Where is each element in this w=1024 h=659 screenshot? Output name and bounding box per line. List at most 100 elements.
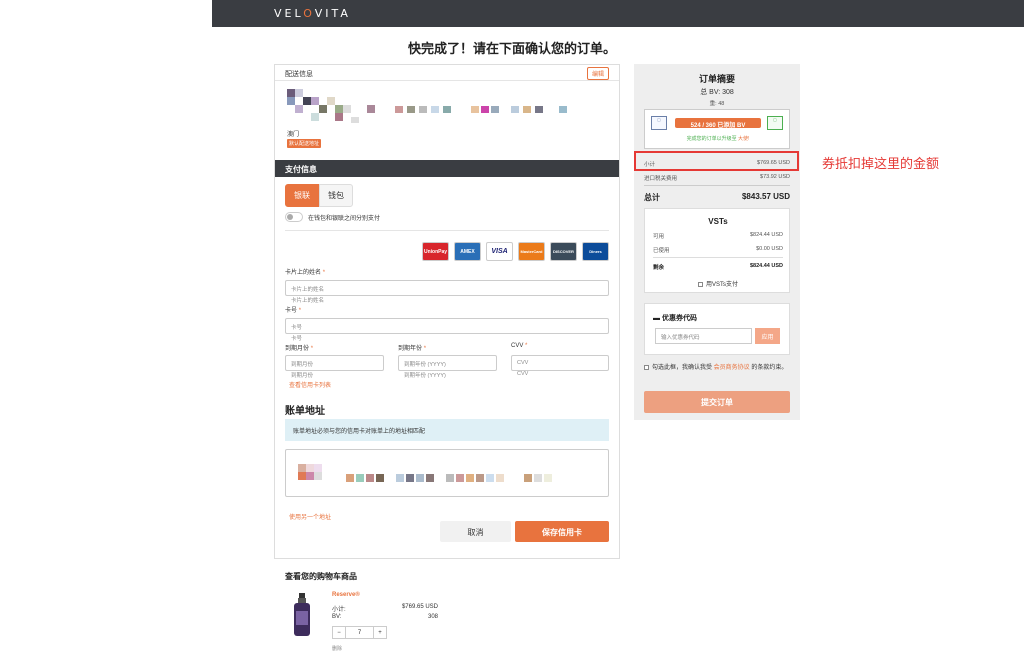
- order-summary-title: 订单摘要: [698, 74, 735, 84]
- diners-card-icon: Diners: [582, 242, 609, 261]
- pay-with-vst-checkbox[interactable]: [697, 281, 703, 287]
- product-bottle-image: [294, 593, 310, 636]
- unionpay-card-icon: UnionPay: [422, 242, 449, 261]
- cart-section-title: 查看您的购物车商品: [285, 572, 357, 581]
- vst-used-row: 已使用 $0.00 USD: [653, 246, 783, 254]
- payment-section-header: 支付信息: [275, 160, 619, 177]
- order-weight: 重: 48: [709, 101, 725, 107]
- mastercard-card-icon: MasterCard: [518, 242, 545, 261]
- shipping-title: 配送信息: [285, 71, 313, 78]
- submit-order-button[interactable]: 提交订单: [644, 391, 790, 413]
- velovita-logo[interactable]: VELOVITA: [274, 7, 351, 20]
- accepted-cards: UnionPay AMEX VISA MasterCard DISCOVER D…: [422, 242, 609, 261]
- split-payment-toggle[interactable]: [285, 212, 303, 222]
- import-fee-value: $73.92 USD: [760, 174, 790, 180]
- split-payment-label: 在钱包和银联之间分别支付: [308, 215, 381, 222]
- pay-with-vst-option[interactable]: 用VSTs支付: [645, 279, 791, 288]
- import-fee-row: 进口税关费用 $73.92 USD: [644, 174, 790, 182]
- exp-year-select[interactable]: 到期年份 (YYYY): [398, 355, 497, 371]
- save-card-button[interactable]: 保存信用卡: [515, 521, 609, 542]
- vst-remaining-row: 剩余 $824.44 USD: [653, 263, 783, 271]
- bv-upgrade-note: 完成您的订单以升级至 大使!: [686, 136, 750, 142]
- quantity-plus-button[interactable]: +: [373, 627, 386, 638]
- exp-year-hint: 到期年份 (YYYY): [404, 373, 446, 379]
- logo-text-right: VITA: [314, 7, 351, 20]
- card-name-label: 卡片上的姓名 *: [285, 270, 326, 276]
- shipping-section-header: 配送信息 编辑: [275, 65, 619, 81]
- cvv-input[interactable]: CVV: [511, 355, 609, 371]
- default-address-badge: 默认配送地址: [287, 139, 322, 148]
- cancel-button[interactable]: 取消: [440, 521, 511, 542]
- subtotal-highlight-box: [634, 151, 799, 171]
- total-value: $843.57 USD: [741, 192, 790, 201]
- exp-month-select[interactable]: 到期月份: [285, 355, 384, 371]
- coupon-input[interactable]: 输入优惠券代码: [655, 328, 752, 344]
- product-subtotal-row: 小计: $769.65 USD: [332, 604, 438, 613]
- divider: [653, 257, 783, 258]
- payment-method-tabs: 银联 钱包: [285, 184, 353, 207]
- checkout-form-panel: 配送信息 编辑 澳门 默认配送地址 支付信息 银联 钱包 在钱包和银联之间分别支…: [274, 64, 620, 559]
- vst-remaining-value: $824.44 USD: [749, 263, 783, 269]
- vst-available-value: $824.44 USD: [749, 232, 783, 238]
- product-bv-value: 308: [427, 614, 438, 620]
- bv-progress-bar: 524 / 360 已添加 BV: [675, 118, 761, 129]
- vst-title: VSTs: [708, 217, 728, 226]
- apply-coupon-button[interactable]: 应用: [755, 328, 780, 344]
- discover-card-icon: DISCOVER: [550, 242, 577, 261]
- billing-title: 账单地址: [285, 406, 325, 417]
- divider: [644, 185, 790, 186]
- product-bv-row: BV: 308: [332, 614, 438, 620]
- cvv-label: CVV *: [511, 343, 528, 349]
- card-name-input[interactable]: 卡片上的姓名: [285, 280, 609, 296]
- logo-o: O: [303, 7, 315, 20]
- total-bv: 总 BV: 308: [700, 89, 734, 96]
- terms-agreement: 勾选此框，我确认我受 会员商务协议 的条款约束。: [644, 363, 794, 373]
- coupon-title: ▬ 优惠券代码: [653, 315, 697, 322]
- view-cards-link[interactable]: 查看信用卡列表: [289, 380, 331, 389]
- product-bv-label: BV:: [332, 614, 342, 620]
- product-name[interactable]: Reserve®: [332, 592, 360, 598]
- total-row: 总计 $843.57 USD: [644, 192, 790, 203]
- product-subtotal-value: $769.65 USD: [401, 604, 438, 610]
- order-summary-panel: 订单摘要 总 BV: 308 重: 48 ▢ 524 / 360 已添加 BV …: [634, 64, 800, 420]
- vst-used-label: 已使用: [653, 248, 670, 254]
- tab-unionpay[interactable]: 银联: [285, 184, 319, 207]
- annotation-text: 券抵扣掉这里的金额: [822, 157, 940, 172]
- card-number-label: 卡号 *: [285, 308, 302, 314]
- quantity-stepper: − 7 +: [332, 626, 387, 639]
- box-icon: ▢: [651, 116, 667, 130]
- vst-remaining-label: 剩余: [653, 265, 665, 271]
- pay-with-vst-label: 用VSTs支付: [705, 282, 738, 288]
- card-name-hint: 卡片上的姓名: [291, 298, 325, 304]
- visa-card-icon: VISA: [486, 242, 513, 261]
- total-label: 总计: [644, 193, 660, 202]
- terms-checkbox[interactable]: [644, 364, 649, 370]
- exp-year-label: 到期年份 *: [398, 346, 427, 352]
- import-fee-label: 进口税关费用: [644, 176, 678, 182]
- remove-item-link[interactable]: 删除: [332, 645, 342, 652]
- card-number-hint: 卡号: [291, 336, 303, 342]
- cvv-hint: CVV: [517, 371, 529, 377]
- tab-wallet[interactable]: 钱包: [319, 184, 353, 207]
- coupon-box: ▬ 优惠券代码 输入优惠券代码 应用: [644, 303, 790, 355]
- billing-info-box: 账单地址必须与您的信用卡对账单上的地址相匹配: [285, 419, 609, 441]
- vst-box: VSTs 可用 $824.44 USD 已使用 $0.00 USD 剩余 $824.4…: [644, 208, 790, 293]
- product-subtotal-label: 小计:: [332, 607, 346, 613]
- terms-link[interactable]: 会员商务协议: [714, 365, 750, 371]
- shipping-city: 澳门: [287, 132, 300, 138]
- use-other-address-link[interactable]: 使用另一个地址: [289, 512, 331, 521]
- vst-available-row: 可用 $824.44 USD: [653, 232, 783, 240]
- quantity-minus-button[interactable]: −: [333, 627, 346, 638]
- vst-available-label: 可用: [653, 234, 665, 240]
- page-title: 快完成了！请在下面确认您的订单。: [407, 42, 616, 57]
- exp-month-hint: 到期月份: [291, 373, 314, 379]
- billing-address-box[interactable]: [285, 449, 609, 497]
- quantity-input[interactable]: 7: [346, 627, 373, 638]
- vst-used-value: $0.00 USD: [756, 246, 783, 252]
- logo-text-left: VEL: [274, 7, 304, 20]
- card-number-input[interactable]: 卡号: [285, 318, 609, 334]
- exp-month-label: 到期月份 *: [285, 346, 314, 352]
- edit-shipping-button[interactable]: 编辑: [586, 67, 609, 80]
- top-nav-bar: VELOVITA: [212, 0, 1024, 27]
- amex-card-icon: AMEX: [454, 242, 481, 261]
